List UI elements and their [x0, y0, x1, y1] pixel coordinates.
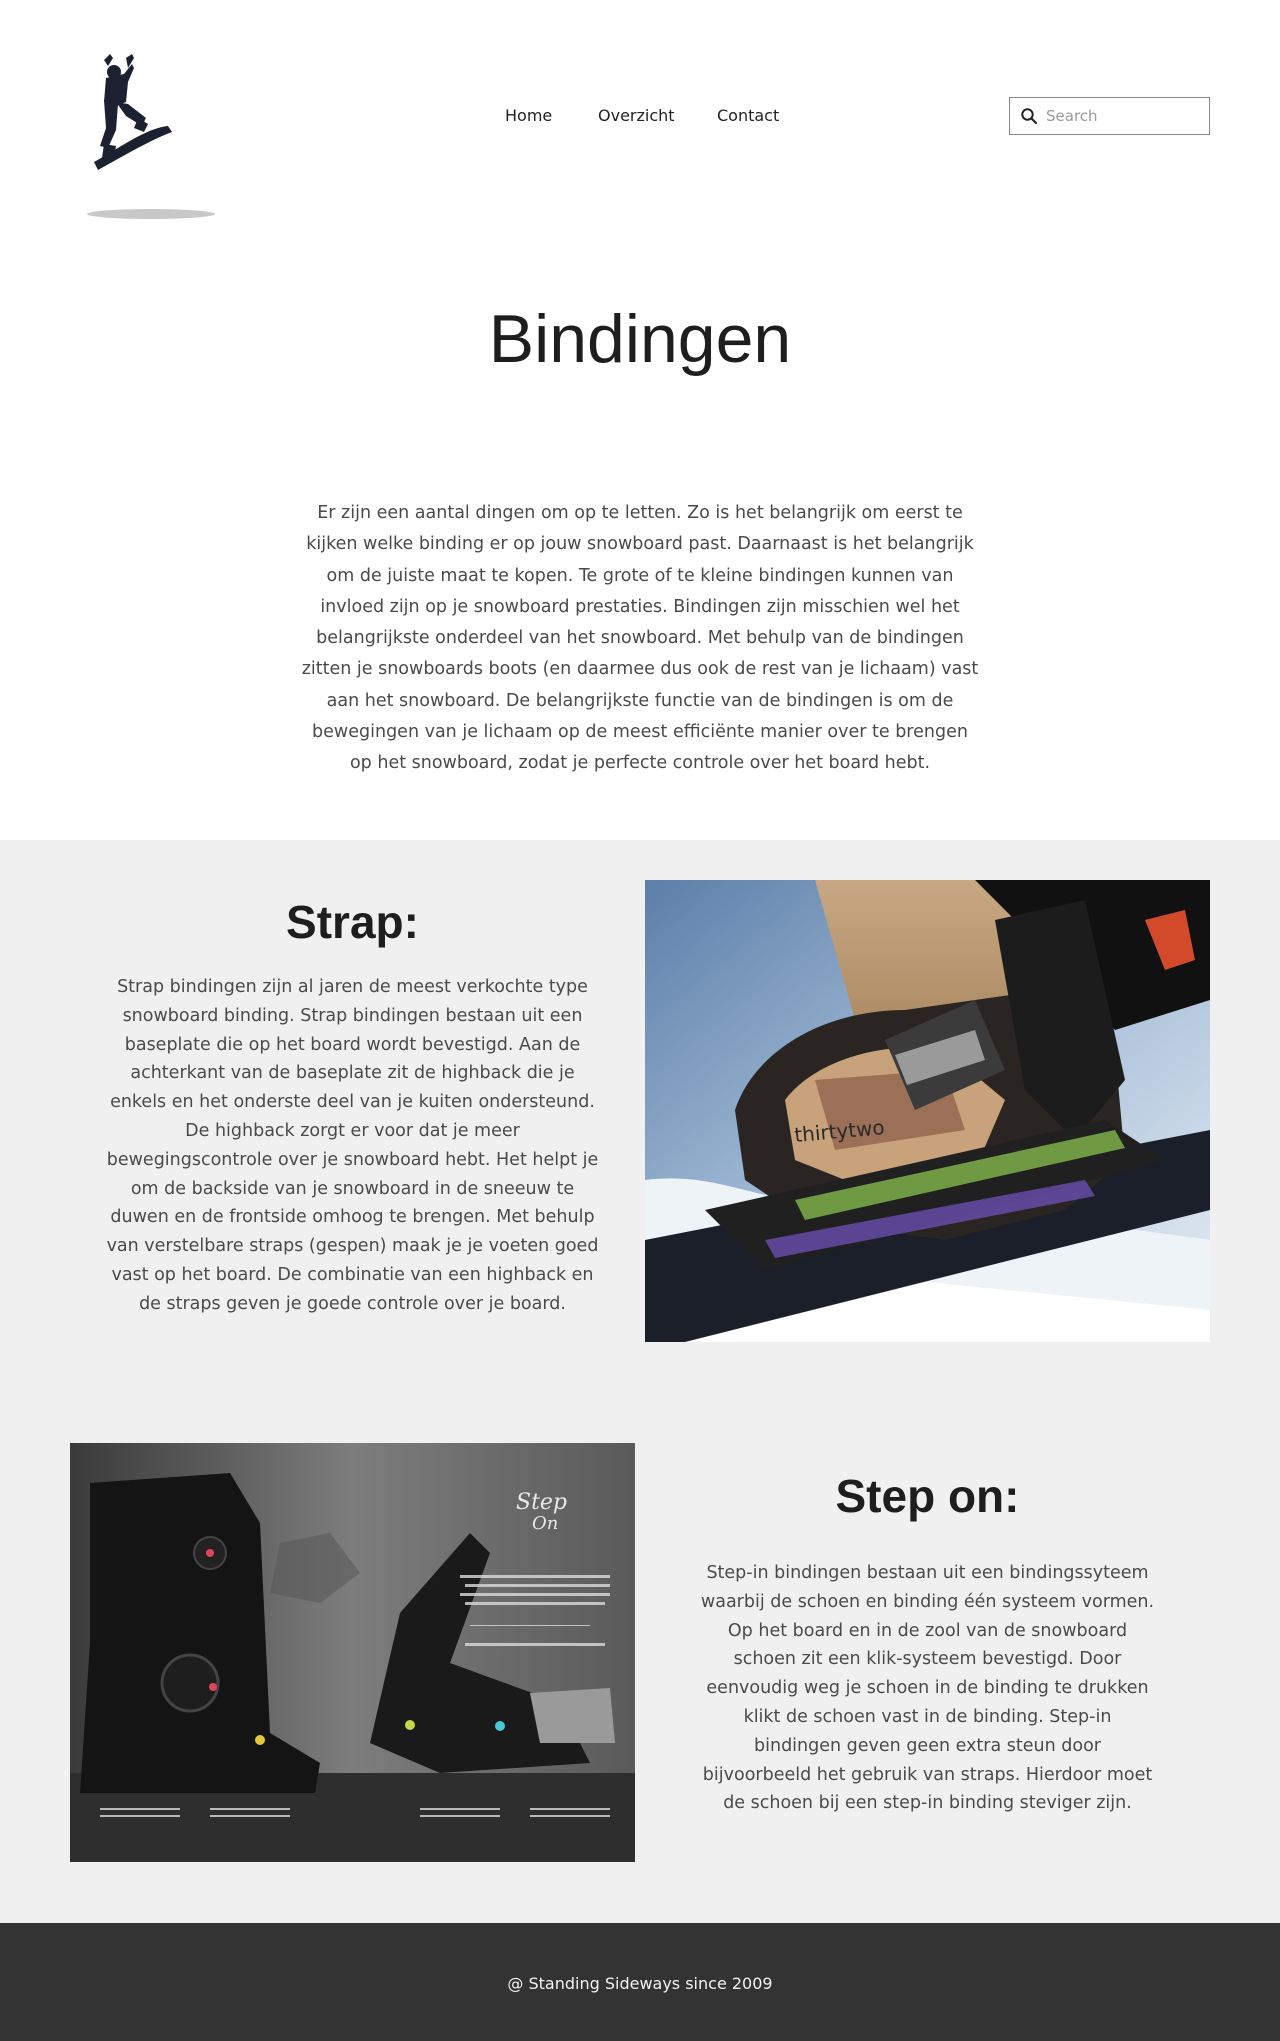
- stepon-logo-line1: Step: [516, 1490, 567, 1515]
- page-title: Bindingen: [488, 301, 792, 377]
- stepon-logo-line2: On: [532, 1513, 558, 1534]
- snowboarder-logo[interactable]: [86, 50, 222, 225]
- nav-item-contact[interactable]: Contact: [717, 106, 779, 125]
- strap-heading: Strap:: [286, 896, 419, 948]
- stepon-binding-image: Step On: [70, 1443, 635, 1862]
- nav-item-home[interactable]: Home: [505, 106, 552, 125]
- strap-binding-image: thirtytwo: [645, 880, 1210, 1342]
- search-box[interactable]: [1009, 97, 1210, 135]
- search-input[interactable]: [1046, 104, 1201, 128]
- footer-copyright: @ Standing Sideways since 2009: [507, 1974, 773, 1993]
- stepon-heading: Step on:: [835, 1470, 1020, 1522]
- intro-text: Er zijn een aantal dingen om op te lette…: [301, 503, 979, 774]
- nav-item-overzicht[interactable]: Overzicht: [598, 106, 675, 125]
- stepon-text: Step-in bindingen bestaan uit een bindin…: [700, 1563, 1155, 1814]
- search-icon: [1020, 107, 1038, 125]
- site-header: Home Overzicht Contact: [0, 0, 1280, 235]
- strap-text: Strap bindingen zijn al jaren de meest v…: [106, 977, 599, 1314]
